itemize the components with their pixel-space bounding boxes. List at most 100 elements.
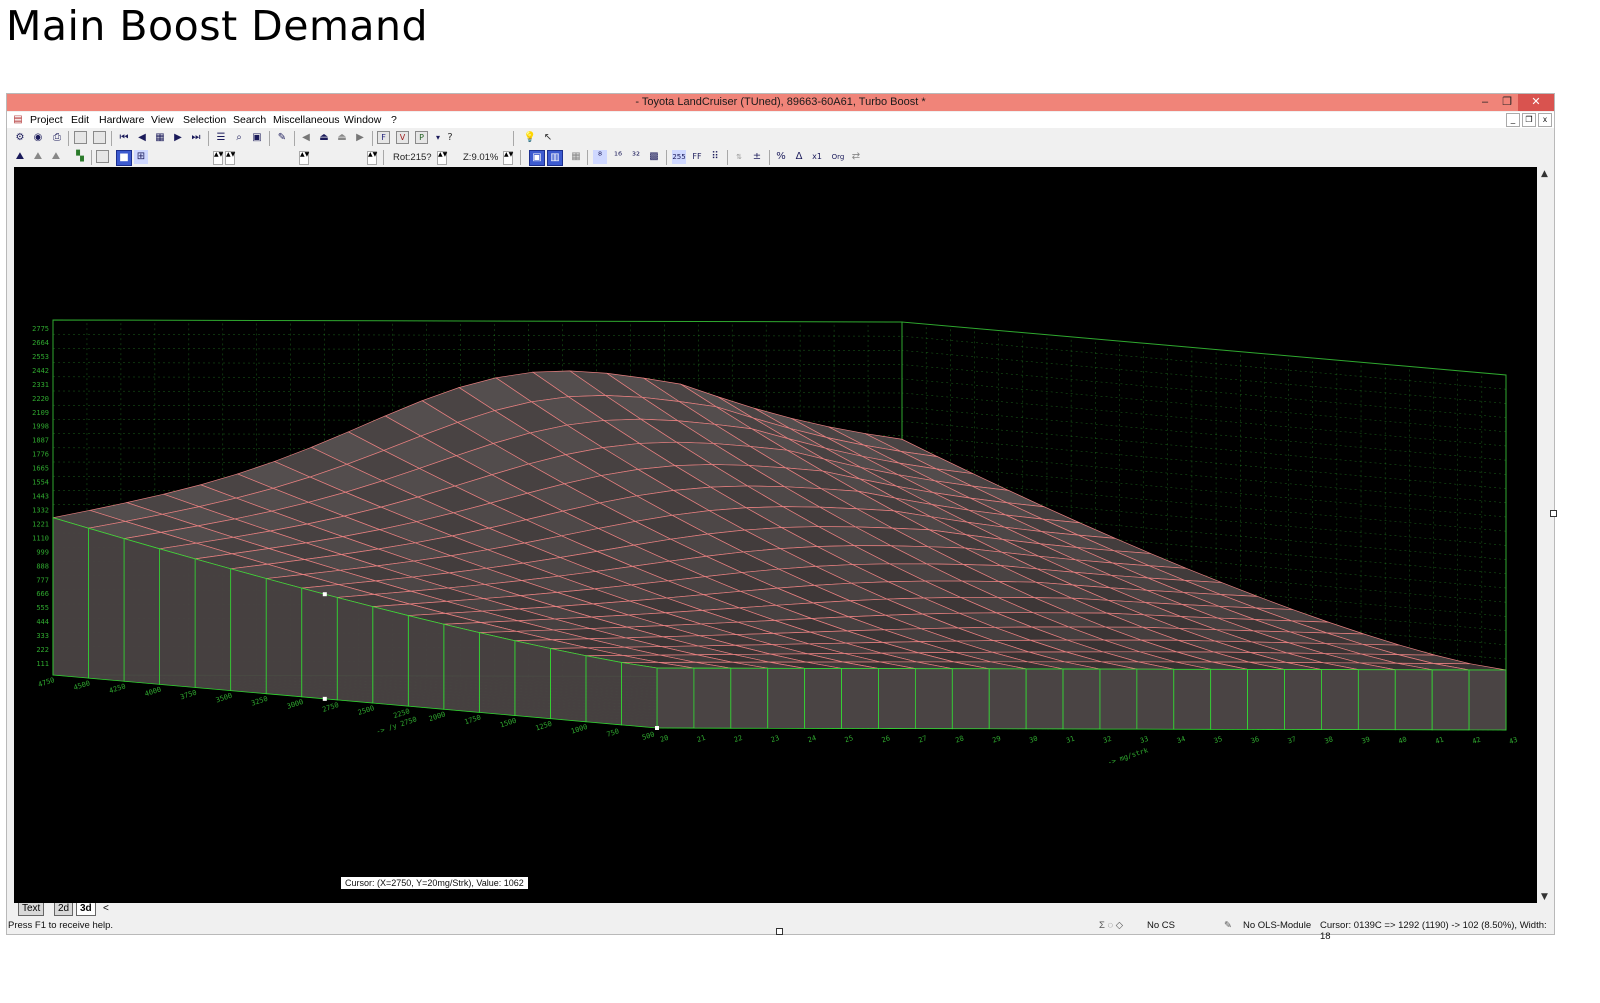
x-tick-label: 31	[1065, 735, 1075, 745]
decimal-icon[interactable]: 255	[672, 150, 686, 164]
resize-handle-bottom[interactable]	[776, 928, 783, 935]
vertical-scrollbar[interactable]: ▲ ▼	[1539, 167, 1553, 904]
scroll-down-icon[interactable]: ▼	[1541, 892, 1548, 902]
menu-window[interactable]: Window	[344, 114, 381, 126]
status-cursor: Cursor: 0139C => 1292 (1190) -> 102 (8.5…	[1320, 920, 1547, 942]
z-tick-label: 333	[36, 632, 49, 640]
title-bar[interactable]: - Toyota LandCruiser (TUned), 89663-60A6…	[7, 94, 1554, 111]
status-help: Press F1 to receive help.	[8, 920, 114, 931]
find-icon[interactable]: ⌕	[232, 131, 246, 145]
bits-32-icon[interactable]: ³²	[629, 150, 643, 164]
list-icon[interactable]: ☰	[214, 131, 228, 145]
grid-line	[901, 392, 1507, 447]
window-tile-icon[interactable]	[93, 131, 106, 144]
x-tick-label: 28	[954, 734, 964, 744]
context-help-icon[interactable]: ↖	[541, 131, 555, 145]
last-icon[interactable]: ⏭	[189, 131, 203, 145]
hex-icon[interactable]: FF	[690, 150, 704, 164]
mesh-icon[interactable]: ⊞	[134, 150, 148, 164]
mdi-minimize-button[interactable]: _	[1506, 113, 1520, 127]
binary-icon[interactable]: ⠿	[708, 150, 722, 164]
tools-icon[interactable]: ✎	[275, 131, 289, 145]
bits-8-icon[interactable]: ⁸	[593, 150, 607, 164]
view-normal-icon[interactable]: ▣	[529, 150, 545, 166]
side-skirt-cell	[52, 517, 89, 679]
front-skirt-cell	[878, 668, 916, 730]
menu-edit[interactable]: Edit	[71, 114, 89, 126]
table-icon[interactable]: ▦	[153, 131, 167, 145]
3d-surface-plot[interactable]: 2775266425532442233122202109199818871776…	[14, 167, 1537, 904]
factor-icon[interactable]: x1	[810, 150, 824, 164]
3d-map-view[interactable]: 2775 2664 2553 2442 2331 2220 2109 1998 1887 1776…	[14, 167, 1537, 904]
save-icon[interactable]: ◉	[31, 131, 45, 145]
resize-handle-right[interactable]	[1550, 510, 1557, 517]
view-3d-alt-icon[interactable]: ⛰	[31, 150, 45, 164]
front-skirt-cell	[1284, 669, 1322, 730]
sign-icon[interactable]: ±	[750, 150, 764, 164]
minimize-button[interactable]: –	[1474, 94, 1496, 111]
original-diff-icon[interactable]: ⇄	[849, 150, 863, 164]
arrow-left-icon[interactable]: ◀	[299, 131, 313, 145]
grid-line	[901, 421, 1507, 475]
grid-line	[901, 378, 1507, 433]
tab-scroll-left-icon[interactable]: <	[100, 903, 112, 915]
side-skirt-cell	[514, 640, 551, 720]
view-columns-icon[interactable]: ▥	[547, 150, 563, 166]
mdi-restore-button[interactable]: ❐	[1522, 113, 1536, 127]
download-icon[interactable]: ⏏	[335, 131, 349, 145]
split-icon[interactable]	[96, 150, 109, 163]
y-tick-label: 4750	[37, 676, 56, 689]
app-icon: ▤	[13, 114, 23, 125]
fill-icon[interactable]: ■	[116, 150, 132, 166]
tab-text[interactable]: Text	[18, 903, 45, 916]
y-tick-label: 750	[606, 727, 621, 739]
format-p-icon[interactable]: P	[415, 131, 428, 144]
mdi-close-button[interactable]: x	[1538, 113, 1552, 127]
menu-selection[interactable]: Selection	[183, 114, 226, 126]
tab-2d[interactable]: 2d	[54, 903, 74, 916]
percent-icon[interactable]: %	[774, 150, 788, 164]
original-icon[interactable]: Org	[829, 150, 847, 164]
view-grid-icon[interactable]: ▦	[569, 150, 583, 164]
prev-icon[interactable]: ◀	[135, 131, 149, 145]
lohi-icon[interactable]: ⇅	[732, 150, 746, 164]
delta-icon[interactable]: Δ	[792, 150, 806, 164]
menu-hardware[interactable]: Hardware	[99, 114, 145, 126]
restore-button[interactable]: ❐	[1496, 94, 1518, 111]
map-icon[interactable]: ▣	[250, 131, 264, 145]
bits-float-icon[interactable]: ▩	[647, 150, 661, 164]
y-tick-label: 3750	[179, 689, 198, 702]
scroll-up-icon[interactable]: ▲	[1541, 169, 1548, 179]
view-3d-icon[interactable]: ⛰	[13, 150, 27, 164]
first-icon[interactable]: ⏮	[117, 131, 131, 145]
format-f-icon[interactable]: F	[377, 131, 390, 144]
spinner-2[interactable]: ▲▼	[225, 151, 235, 165]
menu-help[interactable]: ?	[391, 114, 397, 126]
spinner-1[interactable]: ▲▼	[213, 151, 223, 165]
close-button[interactable]: ✕	[1518, 94, 1554, 111]
view-3d-grid-icon[interactable]: ⛰	[49, 150, 63, 164]
print-icon[interactable]: ⎙	[50, 131, 64, 145]
zoom-spinner[interactable]: ▲▼	[503, 151, 513, 165]
help-small-icon[interactable]: ?	[443, 131, 457, 145]
menu-project[interactable]: Project	[30, 114, 63, 126]
menu-view[interactable]: View	[151, 114, 174, 126]
tab-3d[interactable]: 3d	[76, 903, 96, 916]
arrow-right-icon[interactable]: ▶	[353, 131, 367, 145]
bits-16-icon[interactable]: ¹⁶	[611, 150, 625, 164]
color-icon[interactable]: ▚	[73, 150, 87, 164]
rotation-spinner[interactable]: ▲▼	[437, 151, 447, 165]
next-icon[interactable]: ▶	[171, 131, 185, 145]
format-v-icon[interactable]: V	[396, 131, 409, 144]
window-icon[interactable]	[74, 131, 87, 144]
upload-icon[interactable]: ⏏	[317, 131, 331, 145]
menu-miscellaneous[interactable]: Miscellaneous	[273, 114, 340, 126]
help-icon[interactable]: 💡	[523, 131, 537, 145]
spinner-4[interactable]: ▲▼	[367, 151, 377, 165]
open-project-icon[interactable]: ⚙	[13, 131, 27, 145]
menu-search[interactable]: Search	[233, 114, 266, 126]
z-tick-label: 2442	[32, 367, 49, 375]
front-skirt-cell	[1099, 668, 1138, 730]
front-skirt-cell	[1468, 669, 1507, 731]
spinner-3[interactable]: ▲▼	[299, 151, 309, 165]
